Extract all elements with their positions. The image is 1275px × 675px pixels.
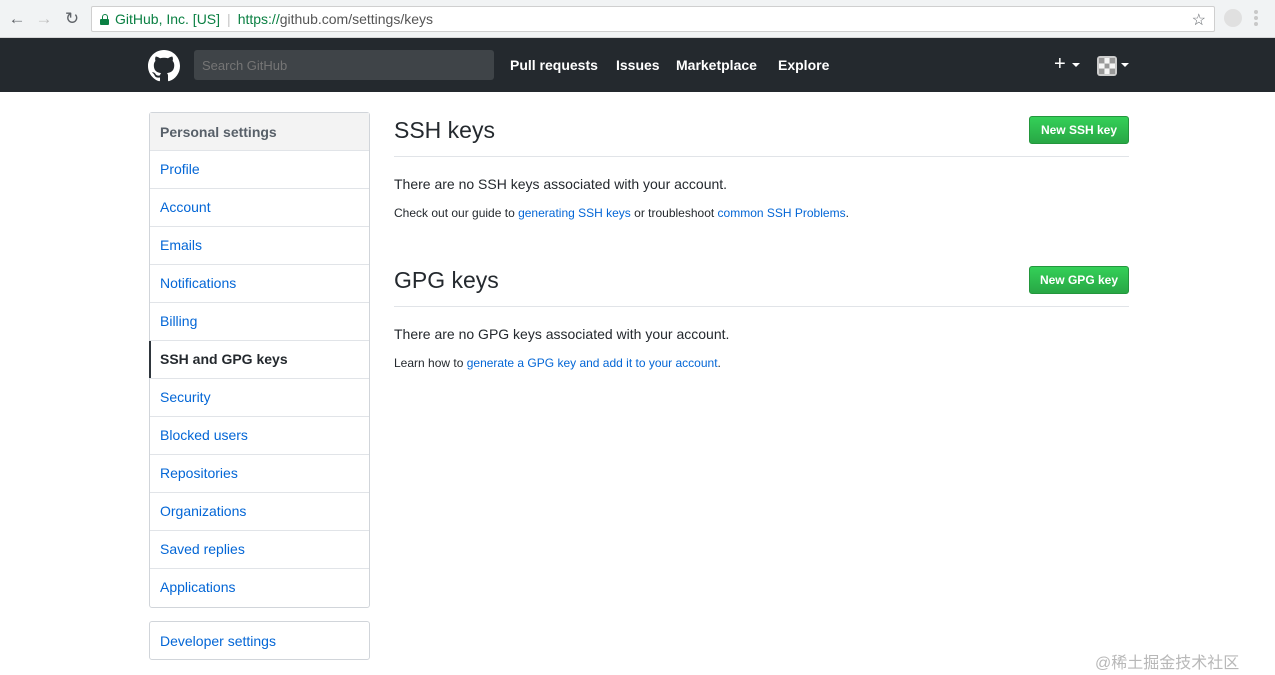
secure-org-name: GitHub, Inc. [US]	[115, 11, 221, 27]
browser-toolbar: ← → ↻ GitHub, Inc. [US] | https://github…	[0, 0, 1275, 38]
github-logo-icon[interactable]	[148, 50, 180, 82]
divider	[394, 306, 1129, 307]
ssh-empty-message: There are no SSH keys associated with yo…	[394, 176, 728, 192]
sidebar-item-repositories[interactable]: Repositories	[150, 455, 369, 493]
lock-icon	[100, 13, 109, 25]
sidebar-item-saved-replies[interactable]: Saved replies	[150, 531, 369, 569]
profile-caret-icon[interactable]	[1121, 63, 1129, 67]
sidebar-item-security[interactable]: Security	[150, 379, 369, 417]
new-gpg-key-button[interactable]: New GPG key	[1029, 266, 1129, 294]
nav-explore[interactable]: Explore	[778, 57, 829, 73]
sidebar-item-emails[interactable]: Emails	[150, 227, 369, 265]
ssh-help-prefix: Check out our guide to	[394, 206, 519, 220]
sidebar-item-profile[interactable]: Profile	[150, 151, 369, 189]
create-new-plus-icon[interactable]: +	[1054, 53, 1066, 75]
ssh-help-mid: or troubleshoot	[630, 206, 718, 220]
address-bar[interactable]: GitHub, Inc. [US] | https://github.com/s…	[91, 6, 1215, 32]
url-protocol: https://	[237, 11, 280, 27]
sidebar-item-ssh-gpg-keys[interactable]: SSH and GPG keys	[149, 341, 369, 379]
back-arrow-icon[interactable]: ←	[7, 9, 27, 29]
sidebar-item-applications[interactable]: Applications	[150, 569, 369, 607]
nav-pull-requests[interactable]: Pull requests	[510, 57, 598, 73]
gpg-keys-heading: GPG keys	[394, 267, 499, 293]
browser-menu-icon[interactable]	[1254, 10, 1258, 26]
sidebar-item-notifications[interactable]: Notifications	[150, 265, 369, 303]
ssh-keys-heading: SSH keys	[394, 117, 495, 143]
separator: |	[227, 11, 231, 27]
ssh-help-text: Check out our guide to generating SSH ke…	[394, 206, 849, 220]
sidebar-item-organizations[interactable]: Organizations	[150, 493, 369, 531]
generate-gpg-key-link[interactable]: generate a GPG key and add it to your ac…	[467, 356, 718, 370]
generating-ssh-keys-link[interactable]: generating SSH keys	[518, 206, 631, 220]
watermark: @稀土掘金技术社区	[1095, 655, 1240, 672]
nav-marketplace[interactable]: Marketplace	[676, 57, 757, 73]
forward-arrow-icon[interactable]: →	[34, 9, 54, 29]
search-input[interactable]	[194, 50, 494, 80]
nav-issues[interactable]: Issues	[616, 57, 660, 73]
common-ssh-problems-link[interactable]: common SSH Problems	[718, 206, 846, 220]
new-ssh-key-button[interactable]: New SSH key	[1029, 116, 1129, 144]
gpg-help-suffix: .	[717, 356, 721, 370]
site-header: Pull requests Issues Marketplace Explore…	[0, 38, 1275, 92]
gpg-help-prefix: Learn how to	[394, 356, 467, 370]
sidebar-item-billing[interactable]: Billing	[150, 303, 369, 341]
bookmark-star-icon[interactable]: ☆	[1192, 10, 1206, 30]
gpg-help-text: Learn how to generate a GPG key and add …	[394, 356, 721, 370]
sidebar-title: Personal settings	[150, 113, 369, 151]
ssh-help-suffix: .	[845, 206, 849, 220]
divider	[394, 156, 1129, 157]
sidebar-item-developer-settings[interactable]: Developer settings	[149, 621, 370, 660]
settings-sidebar: Personal settings Profile Account Emails…	[149, 112, 370, 608]
sidebar-item-blocked-users[interactable]: Blocked users	[150, 417, 369, 455]
reload-icon[interactable]: ↻	[62, 9, 82, 29]
create-new-caret-icon[interactable]	[1072, 63, 1080, 67]
url-path: github.com/settings/keys	[279, 11, 434, 27]
sidebar-item-account[interactable]: Account	[150, 189, 369, 227]
gpg-empty-message: There are no GPG keys associated with yo…	[394, 326, 730, 342]
avatar[interactable]	[1097, 56, 1117, 76]
extension-icon[interactable]	[1224, 9, 1242, 27]
